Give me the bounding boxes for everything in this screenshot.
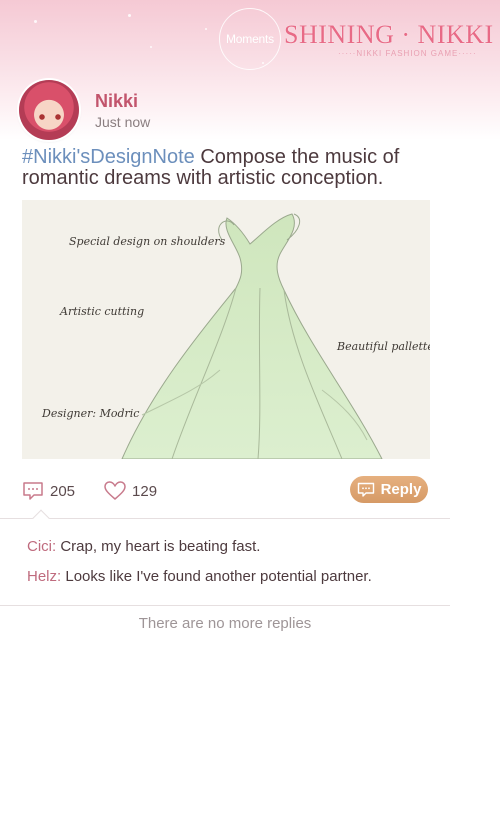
comment-count-button[interactable]: 205 [22,481,75,501]
note-cutting: Artistic cutting [59,305,144,318]
logo-title: SHINING · NIKKI [284,20,494,49]
avatar[interactable] [19,80,79,140]
sparkle-icon [150,46,152,48]
sparkle-icon [128,14,131,17]
comment-item[interactable]: Helz: Looks like I've found another pote… [27,568,372,585]
moments-label: Moments [226,32,274,46]
comment-author[interactable]: Helz [27,568,57,585]
comment-icon [23,482,43,500]
moments-screen: Moments SHINING · NIKKI ·····NIKKI FASHI… [0,0,500,815]
comment-item[interactable]: Cici: Crap, my heart is beating fast. [27,538,260,555]
reply-button[interactable]: Reply [350,476,428,503]
comment-count: 205 [50,482,76,500]
like-count: 129 [132,482,158,500]
post-timestamp: Just now [95,114,151,130]
avatar-face [39,114,61,120]
sparkle-icon [34,20,37,23]
like-button[interactable]: 129 [104,481,157,501]
moments-badge: Moments [219,8,281,70]
post-text: #Nikki'sDesignNote Compose the music of … [22,147,442,189]
divider [0,605,450,606]
note-shoulders: Special design on shoulders [69,235,226,248]
note-designer: Designer: Modric [41,407,139,420]
dress-sketch: Special design on shoulders Artistic cut… [22,200,430,459]
sparkle-icon [205,28,207,30]
hashtag-link[interactable]: #Nikki'sDesignNote [22,146,195,168]
reply-label: Reply [380,481,422,498]
divider [0,518,450,519]
post-stats: 205 129 [22,478,157,504]
post-image[interactable]: Special design on shoulders Artistic cut… [22,200,430,459]
game-logo: SHINING · NIKKI ·····NIKKI FASHION GAME·… [284,20,494,60]
logo-subtitle: ·····NIKKI FASHION GAME····· [338,49,477,58]
heart-icon [104,481,126,500]
post-author[interactable]: Nikki [95,91,138,112]
comment-text: Crap, my heart is beating fast. [56,538,261,555]
comment-text: Looks like I've found another potential … [61,568,372,585]
no-more-replies-note: There are no more replies [138,615,312,632]
comment-caret [32,509,50,527]
comment-author[interactable]: Cici [27,538,52,555]
reply-chat-icon [357,482,374,497]
note-palette: Beautiful pallette [336,340,430,353]
